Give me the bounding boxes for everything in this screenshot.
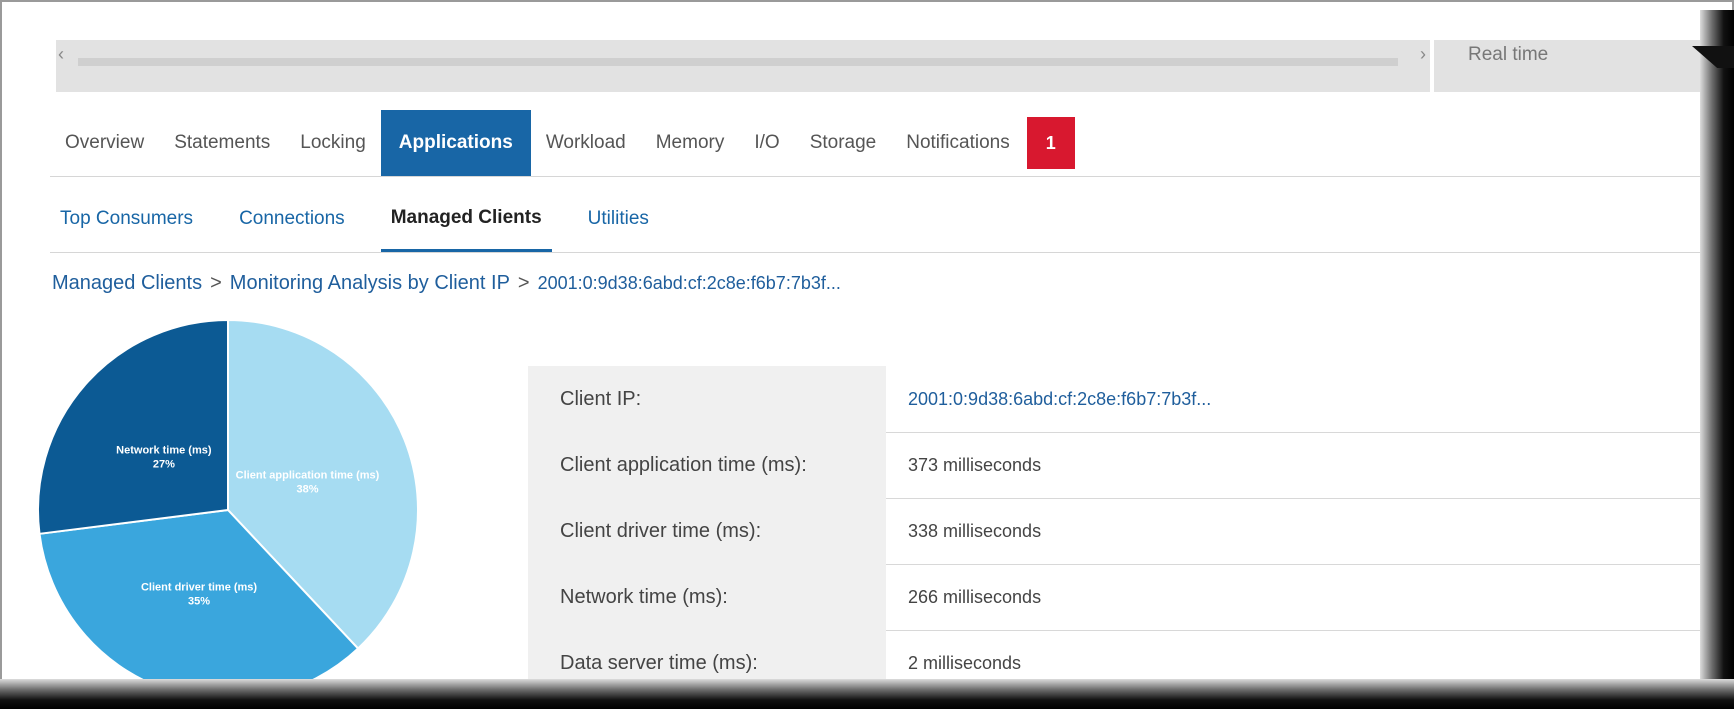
detail-value: 338 milliseconds <box>886 497 1708 565</box>
time-range-scrollbar[interactable]: ‹ › <box>56 40 1430 92</box>
pie-slice-label: Client driver time (ms) <box>141 581 257 593</box>
tab-storage[interactable]: Storage <box>795 110 892 176</box>
pie-slice-percent: 38% <box>296 484 318 496</box>
detail-label: Client application time (ms): <box>560 453 807 476</box>
pie-chart-svg: Client application time (ms) 38% Client dr… <box>37 318 419 701</box>
pie-slice-label: Client application time (ms) <box>236 470 380 482</box>
chevron-left-icon[interactable]: ‹ <box>58 44 64 65</box>
pie-slice-label: Network time (ms) <box>116 444 212 456</box>
tab-notifications[interactable]: Notifications <box>891 110 1025 176</box>
chevron-right-icon: > <box>210 272 222 294</box>
tab-workload[interactable]: Workload <box>531 110 641 176</box>
time-breakdown-pie-chart: Client application time (ms) 38% Client dr… <box>37 300 480 720</box>
tab-applications[interactable]: Applications <box>380 110 531 176</box>
subtab-connections[interactable]: Connections <box>229 196 355 252</box>
subtab-top-consumers[interactable]: Top Consumers <box>50 196 203 252</box>
detail-label: Data server time (ms): <box>560 651 758 674</box>
subtab-managed-clients[interactable]: Managed Clients <box>380 196 552 252</box>
detail-row-client-driver-time: Client driver time (ms): 338 millisecond… <box>528 497 1708 565</box>
detail-label: Client driver time (ms): <box>560 519 762 542</box>
tab-io[interactable]: I/O <box>739 110 794 176</box>
breadcrumb: Managed Clients > Monitoring Analysis by… <box>52 272 841 295</box>
breadcrumb-monitoring-analysis[interactable]: Monitoring Analysis by Client IP <box>230 272 510 295</box>
chevron-right-icon: > <box>517 272 530 294</box>
notifications-count-badge[interactable]: 1 <box>1026 117 1075 169</box>
tab-memory[interactable]: Memory <box>641 110 740 176</box>
pie-slice-percent: 27% <box>153 458 175 470</box>
pie-slice-2[interactable] <box>37 318 229 535</box>
sub-tab-bar: Top Consumers Connections Managed Client… <box>50 196 1710 253</box>
detail-value: 373 milliseconds <box>886 431 1708 499</box>
frame-edge-bottom <box>0 679 1734 709</box>
detail-row-network-time: Network time (ms): 266 milliseconds <box>528 563 1708 631</box>
detail-label: Client IP: <box>560 387 642 410</box>
detail-row-client-ip: Client IP: 2001:0:9d38:6abd:cf:2c8e:f6b7… <box>528 366 1708 432</box>
breadcrumb-managed-clients[interactable]: Managed Clients <box>52 272 202 295</box>
pie-slice-percent: 35% <box>188 595 210 607</box>
main-tab-bar: Overview Statements Locking Applications… <box>50 110 1710 177</box>
time-mode-select[interactable]: Real time <box>1434 40 1704 92</box>
breadcrumb-current-client-ip: 2001:0:9d38:6abd:cf:2c8e:f6b7:7b3f... <box>537 273 841 293</box>
scroll-track[interactable] <box>78 58 1398 66</box>
detail-value: 266 milliseconds <box>886 563 1708 631</box>
subtab-utilities[interactable]: Utilities <box>578 196 659 252</box>
detail-value-client-ip[interactable]: 2001:0:9d38:6abd:cf:2c8e:f6b7:7b3f... <box>886 366 1708 432</box>
detail-row-client-application-time: Client application time (ms): 373 millis… <box>528 431 1708 499</box>
chevron-right-icon[interactable]: › <box>1420 44 1426 65</box>
tab-overview[interactable]: Overview <box>50 110 159 176</box>
tab-statements[interactable]: Statements <box>159 110 285 176</box>
tab-locking[interactable]: Locking <box>285 110 381 176</box>
frame-edge-right <box>1700 10 1734 709</box>
detail-label: Network time (ms): <box>560 585 728 608</box>
client-details-table: Client IP: 2001:0:9d38:6abd:cf:2c8e:f6b7… <box>528 366 1708 696</box>
